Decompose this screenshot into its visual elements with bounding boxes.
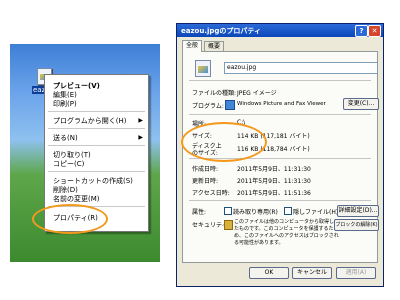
- menu-item-send-to[interactable]: 送る(N): [53, 133, 78, 143]
- menu-item-rename[interactable]: 名前の変更(M): [53, 194, 100, 204]
- security-text-4: る可能性があります。: [234, 240, 284, 246]
- change-button[interactable]: 変更(C)...: [343, 98, 379, 110]
- divider: [189, 80, 371, 81]
- tab-general[interactable]: 全般: [182, 40, 203, 52]
- menu-item-open-with[interactable]: プログラムから開く(H): [53, 116, 127, 126]
- menu-item-print[interactable]: 印刷(P): [53, 99, 77, 109]
- program-value: Windows Picture and Fax Viewer: [237, 101, 326, 107]
- menu-separator: [48, 128, 145, 129]
- readonly-checkbox[interactable]: [224, 207, 232, 215]
- menu-separator: [48, 111, 145, 112]
- hidden-label: 隠しファイル(H): [293, 209, 339, 216]
- properties-highlight-ring: [32, 204, 108, 234]
- file-type-label: ファイルの種類:: [192, 90, 237, 97]
- submenu-arrow-icon: ▶: [138, 117, 143, 124]
- unblock-button[interactable]: ブロックの解除(K): [334, 219, 379, 231]
- attributes-label: 属性:: [192, 209, 207, 216]
- cancel-button[interactable]: キャンセル: [292, 267, 332, 279]
- shield-icon: [224, 220, 233, 230]
- divider: [189, 200, 371, 201]
- accessed-label: アクセス日時:: [192, 190, 230, 197]
- created-value: 2011年5月9日、11:31:30: [237, 166, 311, 173]
- ok-button[interactable]: OK: [249, 267, 289, 279]
- help-button[interactable]: ?: [355, 25, 368, 37]
- submenu-arrow-icon: ▶: [138, 134, 143, 141]
- readonly-label: 読み取り専用(R): [233, 209, 278, 216]
- security-text-1: このファイルは他のコンピュータから取得し: [234, 219, 335, 225]
- security-text-2: たものです。このコンピュータを保護するた: [234, 226, 334, 232]
- created-label: 作成日時:: [192, 166, 219, 173]
- menu-item-copy[interactable]: コピー(C): [53, 159, 84, 169]
- hidden-checkbox[interactable]: [284, 207, 292, 215]
- filename-field[interactable]: eazou.jpg: [224, 62, 378, 74]
- accessed-value: 2011年5月9日、11:51:36: [237, 190, 311, 197]
- menu-separator: [48, 171, 145, 172]
- menu-separator: [48, 145, 145, 146]
- modified-label: 更新日時:: [192, 178, 219, 185]
- apply-button[interactable]: 適用(A): [336, 267, 376, 279]
- size-highlight-ring: [181, 122, 267, 162]
- picture-viewer-icon: [225, 100, 235, 110]
- security-text-3: め、このファイルへのアクセスはブロックされ: [234, 233, 339, 239]
- dialog-title: eazou.jpgのプロパティ: [181, 27, 261, 35]
- advanced-button[interactable]: 詳細設定(D)...: [337, 205, 379, 217]
- close-button[interactable]: ✕: [368, 25, 381, 37]
- divider: [189, 114, 371, 115]
- modified-value: 2011年5月9日、11:31:30: [237, 178, 311, 185]
- jpeg-file-icon: [195, 60, 211, 77]
- dialog-titlebar: eazou.jpgのプロパティ ? ✕: [177, 24, 383, 37]
- program-label: プログラム:: [192, 103, 224, 110]
- file-type-value: JPEG イメージ: [237, 90, 277, 97]
